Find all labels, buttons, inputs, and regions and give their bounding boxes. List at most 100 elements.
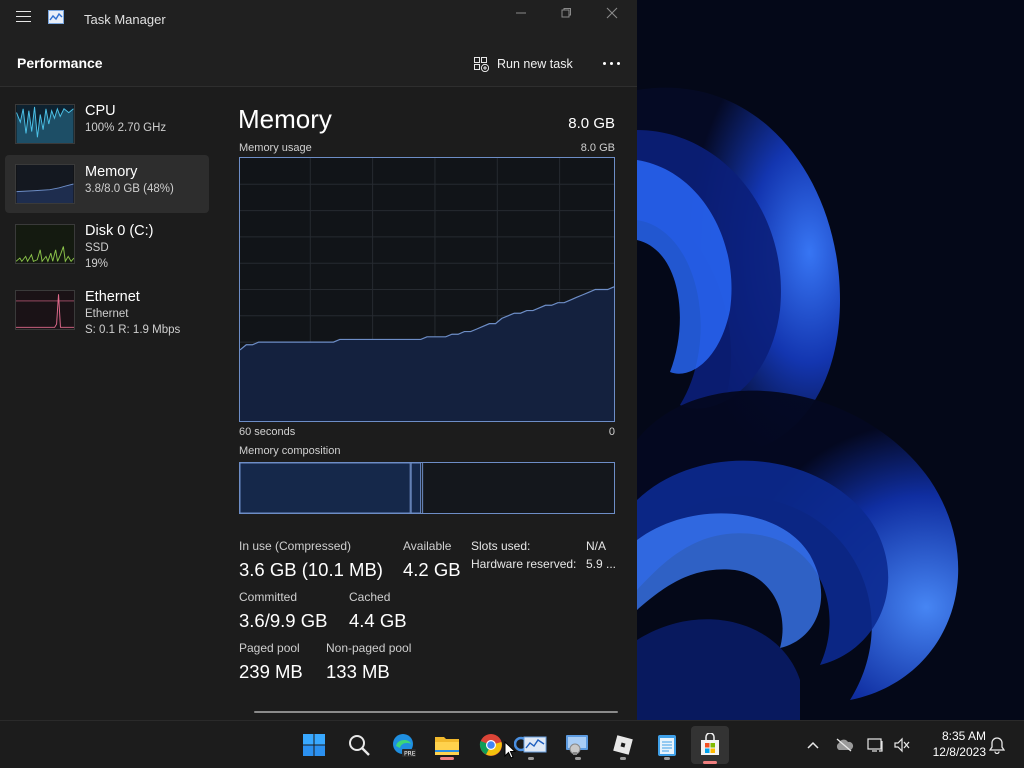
run-task-icon (474, 57, 489, 72)
graph-time-left: 60 seconds (239, 426, 296, 438)
restore-icon (561, 8, 571, 18)
memory-usage-label: Memory usage (239, 142, 312, 154)
window-title: Task Manager (84, 12, 166, 27)
hamburger-menu-icon[interactable] (14, 8, 34, 26)
page-title: Performance (17, 55, 103, 71)
taskbar-clock[interactable]: 8:35 AM 12/8/2023 (918, 728, 986, 760)
ethernet-label: Ethernet (85, 289, 140, 305)
memory-usage-graph (239, 157, 615, 422)
task-manager-button[interactable] (513, 730, 549, 760)
in-use-label: In use (Compressed) (239, 539, 352, 553)
memory-usage-max: 8.0 GB (580, 142, 615, 154)
volume-tray-button[interactable] (892, 735, 912, 755)
edge-button[interactable]: PRE (388, 730, 420, 760)
graph-time-right: 0 (608, 426, 615, 438)
chrome-icon (479, 734, 502, 756)
more-icon (601, 61, 622, 65)
disk-usage: 19% (85, 258, 109, 270)
show-hidden-icons-button[interactable] (803, 735, 823, 755)
title-bar: Task Manager (0, 0, 637, 40)
disk-type: SSD (85, 242, 109, 254)
file-explorer-button[interactable] (431, 730, 463, 760)
memory-total: 8.0 GB (568, 115, 615, 132)
windows-start-button[interactable] (298, 730, 330, 760)
perf-item-memory[interactable]: Memory 3.8/8.0 GB (48%) (5, 155, 209, 213)
committed-value: 3.6/9.9 GB (239, 610, 328, 631)
search-icon (349, 735, 370, 756)
volume-muted-icon (894, 737, 910, 753)
disk-thumbnail-graph (15, 224, 75, 264)
available-value: 4.2 GB (403, 559, 461, 580)
memory-composition-bar (239, 462, 615, 514)
paged-pool-value: 239 MB (239, 661, 303, 682)
cpu-usage: 100% 2.70 GHz (85, 122, 167, 134)
notepad-icon (658, 735, 676, 756)
microsoft-store-icon (701, 733, 719, 755)
ethernet-adapter: Ethernet (85, 308, 129, 320)
cpu-thumbnail-graph (15, 104, 75, 144)
network-tray-button[interactable] (866, 735, 886, 755)
mouse-cursor-icon (504, 741, 516, 759)
perf-item-ethernet[interactable]: Ethernet Ethernet S: 0.1 R: 1.9 Mbps (5, 284, 209, 342)
committed-label: Committed (239, 590, 298, 604)
windows-start-icon (303, 734, 325, 756)
search-button[interactable] (343, 730, 375, 760)
onedrive-offline-icon (836, 738, 854, 752)
minimize-icon (516, 12, 526, 14)
notepad-button[interactable] (651, 730, 683, 760)
network-icon (867, 738, 883, 752)
horizontal-scrollbar[interactable] (254, 711, 618, 713)
in-use-value: 3.6 GB (10.1 MB) (239, 559, 383, 580)
non-paged-pool-label: Non-paged pool (326, 641, 412, 655)
remote-desktop-icon (566, 735, 588, 755)
close-icon (606, 7, 618, 19)
edge-icon: PRE (393, 734, 416, 758)
page-header: Performance Run new task (0, 40, 637, 87)
run-new-task-button[interactable]: Run new task (473, 52, 573, 76)
notifications-button[interactable] (987, 735, 1007, 755)
slots-used-value: N/A (586, 539, 607, 553)
clock-time: 8:35 AM (941, 729, 986, 743)
hardware-reserved-label: Hardware reserved: (471, 557, 577, 571)
onedrive-tray-button[interactable] (834, 735, 854, 755)
memory-usage: 3.8/8.0 GB (48%) (85, 183, 174, 195)
microsoft-store-button[interactable] (691, 726, 729, 764)
memory-composition-label: Memory composition (239, 445, 341, 457)
more-options-button[interactable] (598, 52, 624, 74)
roblox-button[interactable] (607, 730, 639, 760)
maximize-button[interactable] (551, 4, 581, 26)
perf-item-cpu[interactable]: CPU 100% 2.70 GHz (5, 98, 209, 156)
chevron-up-icon (807, 741, 819, 749)
memory-usage-area (240, 286, 614, 421)
minimize-button[interactable] (506, 4, 536, 26)
available-label: Available (403, 539, 452, 553)
disk-label: Disk 0 (C:) (85, 223, 154, 239)
roblox-icon (613, 735, 633, 755)
task-manager-app-icon (48, 10, 64, 24)
ethernet-throughput: S: 0.1 R: 1.9 Mbps (85, 324, 181, 336)
composition-modified (410, 463, 422, 513)
file-explorer-icon (435, 737, 459, 755)
cpu-label: CPU (85, 103, 116, 119)
paged-pool-label: Paged pool (239, 641, 300, 655)
svg-text:PRE: PRE (404, 751, 416, 758)
memory-thumbnail-graph (15, 164, 75, 204)
memory-title: Memory (238, 104, 332, 134)
cached-value: 4.4 GB (349, 610, 407, 631)
run-new-task-label: Run new task (497, 57, 573, 71)
bell-icon (989, 737, 1005, 754)
cached-label: Cached (349, 590, 391, 604)
close-button[interactable] (597, 4, 627, 26)
slots-used-label: Slots used: (471, 539, 531, 553)
composition-in-use (240, 463, 411, 513)
perf-item-disk[interactable]: Disk 0 (C:) SSD 19% (5, 218, 209, 276)
hardware-reserved-value: 5.9 ... (586, 557, 617, 571)
memory-label: Memory (85, 164, 138, 180)
chrome-button[interactable] (475, 730, 507, 760)
task-manager-icon (514, 736, 547, 753)
task-manager-window: Task Manager Performance Run new task CP… (0, 0, 637, 720)
remote-desktop-button[interactable] (562, 730, 594, 760)
non-paged-pool-value: 133 MB (326, 661, 390, 682)
ethernet-thumbnail-graph (15, 290, 75, 330)
clock-date: 12/8/2023 (932, 745, 986, 759)
